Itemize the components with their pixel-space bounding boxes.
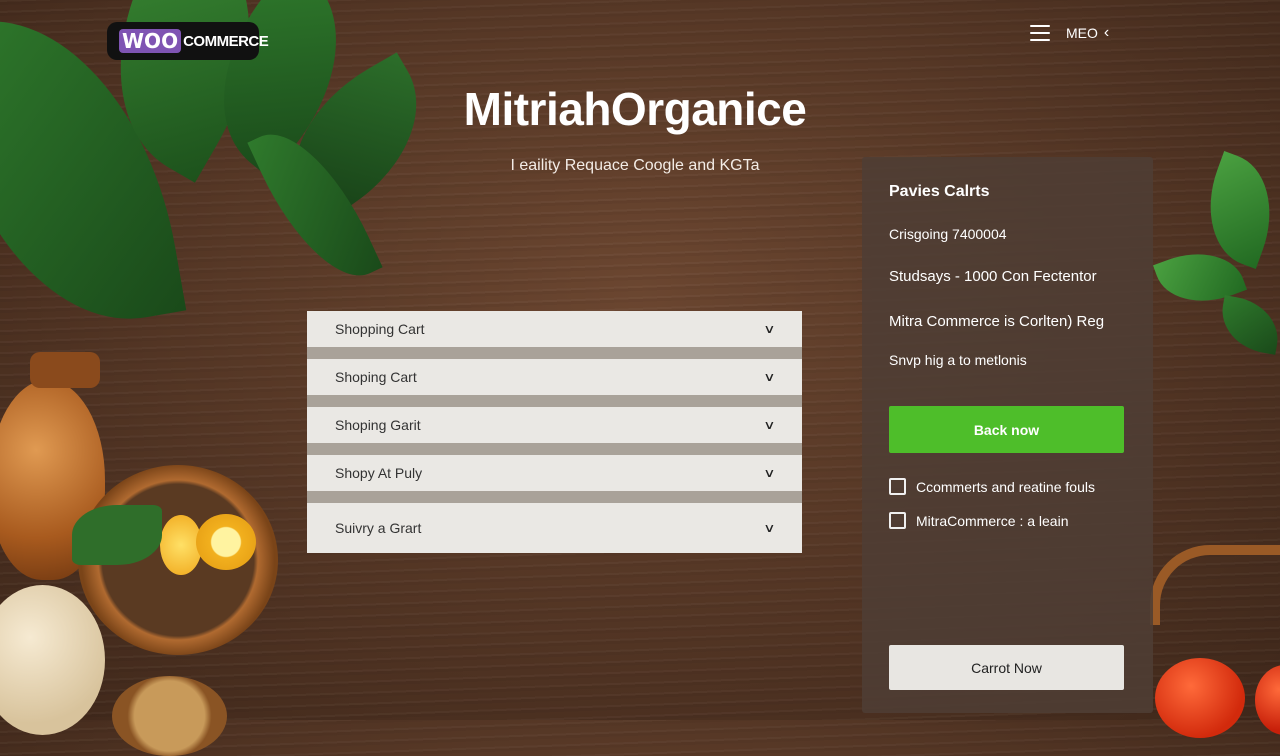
page-title: MitriahOrganice xyxy=(463,83,807,135)
menu-label[interactable]: MEO xyxy=(1066,25,1098,41)
accordion-item-label: Suivry a Grart xyxy=(335,520,422,536)
accordion-item-label: Shopping Cart xyxy=(335,321,425,337)
top-nav: MEO ‹ xyxy=(1030,24,1109,42)
accordion-item-label: Shopy At Puly xyxy=(335,465,423,481)
chevron-left-icon[interactable]: ‹ xyxy=(1104,24,1109,42)
checkbox-label: MitraCommerce : a leain xyxy=(916,512,1069,529)
panel-text-line: Studsays - 1000 Con Fectentor xyxy=(889,268,1097,285)
woocommerce-logo[interactable]: WOO COMMERCE xyxy=(107,22,269,60)
jar-decoration xyxy=(0,380,105,580)
checkbox-row[interactable]: Ccommerts and reatine fouls xyxy=(889,478,1126,495)
chevron-down-icon: ∨ xyxy=(763,322,776,336)
carrot-now-button[interactable]: Carrot Now xyxy=(889,645,1124,690)
spice-bowl-decoration xyxy=(112,676,227,756)
checkbox-label: Ccommerts and reatine fouls xyxy=(916,478,1095,495)
herb-decoration xyxy=(72,505,162,565)
lemon-slice-decoration xyxy=(196,514,256,570)
checkbox[interactable] xyxy=(889,512,906,529)
accordion-item[interactable]: Shoping Cart ∨ xyxy=(307,359,802,407)
bowl-decoration xyxy=(78,465,278,655)
spoon-decoration xyxy=(1150,545,1280,625)
accordion-item[interactable]: Suivry a Grart ∨ xyxy=(307,503,802,553)
onion-decoration xyxy=(0,585,105,735)
panel-text-line: Mitra Commerce is Corlten) Reg xyxy=(889,313,1105,330)
basil-decoration xyxy=(1150,151,1280,440)
tomato2-decoration xyxy=(1255,665,1280,735)
jar-lid-decoration xyxy=(30,352,100,388)
chevron-down-icon: ∨ xyxy=(763,466,776,480)
chevron-down-icon: ∨ xyxy=(763,370,776,384)
cart-panel: Pavies Calrts Crisgoing 7400004 Studsays… xyxy=(862,157,1153,713)
lemon-decoration xyxy=(160,515,202,575)
chevron-down-icon: ∨ xyxy=(763,418,776,432)
panel-text-line: Snvp hig a to metlonis xyxy=(889,352,1027,368)
accordion-item[interactable]: Shopy At Puly ∨ xyxy=(307,455,802,503)
accordion-list: Shopping Cart ∨ Shoping Cart ∨ Shoping G… xyxy=(307,311,802,553)
panel-title: Pavies Calrts xyxy=(889,183,990,200)
logo-woo-mark: WOO xyxy=(119,29,182,53)
hamburger-menu-icon[interactable] xyxy=(1030,25,1050,41)
checkbox[interactable] xyxy=(889,478,906,495)
accordion-item-label: Shoping Cart xyxy=(335,369,417,385)
accordion-item[interactable]: Shoping Garit ∨ xyxy=(307,407,802,455)
chevron-down-icon: ∨ xyxy=(763,521,776,535)
back-now-button[interactable]: Back now xyxy=(889,406,1124,453)
accordion-item-label: Shoping Garit xyxy=(335,417,421,433)
tomato-decoration xyxy=(1155,658,1245,738)
accordion-item[interactable]: Shopping Cart ∨ xyxy=(307,311,802,359)
panel-text-line: Crisgoing 7400004 xyxy=(889,226,1007,242)
checkbox-row[interactable]: MitraCommerce : a leain xyxy=(889,512,1126,529)
logo-commerce-text: COMMERCE xyxy=(183,32,269,50)
